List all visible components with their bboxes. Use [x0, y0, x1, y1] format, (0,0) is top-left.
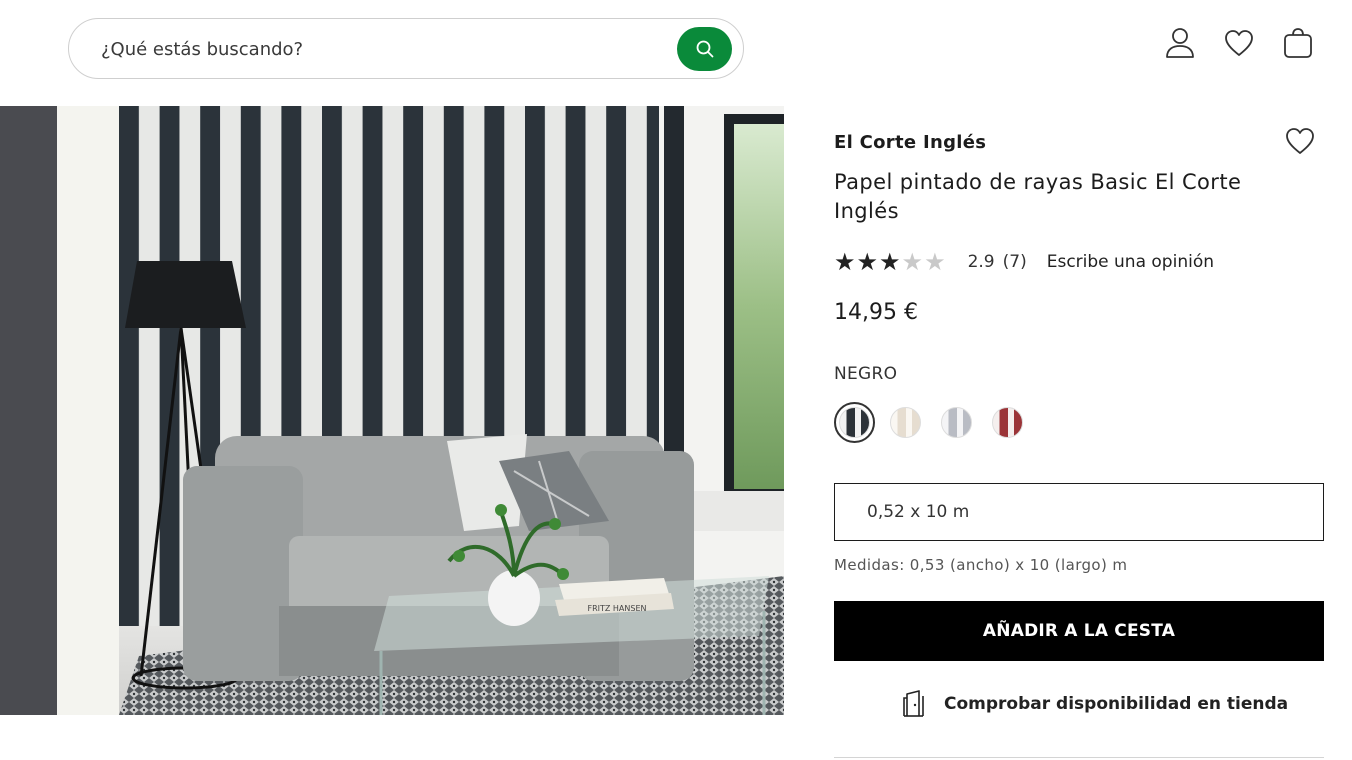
heart-icon: [1224, 29, 1253, 56]
color-swatch-preview: [890, 407, 921, 438]
add-to-wishlist-button[interactable]: [1284, 126, 1320, 160]
user-icon: [1165, 27, 1194, 58]
product-rating[interactable]: ★ ★ ★ ★ ★ 2.9 (7) Escribe una opinión: [834, 248, 1214, 276]
search-input[interactable]: [101, 33, 661, 65]
check-store-availability[interactable]: Comprobar disponibilidad en tienda: [902, 690, 1288, 718]
product-image-gallery[interactable]: FRITZ HANSEN: [0, 106, 784, 715]
color-swatch-beige[interactable]: [885, 402, 926, 443]
gallery-previous-image-edge: [0, 106, 57, 715]
product-measures: Medidas: 0,53 (ancho) x 10 (largo) m: [834, 556, 1128, 574]
book-cover-text: FRITZ HANSEN: [587, 604, 646, 613]
star-icon: ★: [901, 248, 924, 276]
product-price: 14,95 €: [834, 300, 918, 325]
search-button[interactable]: [677, 27, 732, 71]
heart-icon: [1286, 128, 1314, 154]
star-icon: ★: [879, 248, 901, 276]
rating-count[interactable]: (7): [1003, 252, 1027, 272]
product-photo: FRITZ HANSEN: [119, 106, 784, 715]
bag-icon: [1283, 27, 1312, 58]
search-icon: [696, 40, 713, 58]
size-selected-value: 0,52 x 10 m: [867, 502, 970, 522]
color-swatch-preview: [839, 407, 870, 438]
color-swatches: [834, 402, 1028, 443]
color-swatch-preview: [941, 407, 972, 438]
gallery-wall-strip: [57, 106, 119, 715]
rating-stars: ★ ★ ★ ★ ★: [834, 250, 946, 274]
color-swatch-negro[interactable]: [834, 402, 875, 443]
account-button[interactable]: [1163, 26, 1196, 59]
search-bar: [68, 18, 744, 79]
wishlist-button[interactable]: [1222, 26, 1255, 59]
color-swatch-rojo[interactable]: [987, 402, 1028, 443]
star-icon: ★: [834, 248, 856, 276]
store-check-label: Comprobar disponibilidad en tienda: [944, 694, 1289, 714]
cart-button[interactable]: [1281, 26, 1314, 59]
color-swatch-gris[interactable]: [936, 402, 977, 443]
rating-value: 2.9: [967, 252, 995, 272]
header-actions: [1163, 26, 1314, 59]
product-brand[interactable]: El Corte Inglés: [834, 132, 986, 153]
star-icon: ★: [924, 248, 946, 276]
header: [0, 0, 1352, 100]
product-title: Papel pintado de rayas Basic El Corte In…: [834, 170, 1242, 223]
size-selector[interactable]: 0,52 x 10 m: [834, 483, 1324, 541]
store-door-icon: [903, 690, 924, 717]
star-icon: ★: [856, 248, 879, 276]
color-swatch-preview: [992, 407, 1023, 438]
selected-color-label: NEGRO: [834, 364, 898, 384]
write-review-link[interactable]: Escribe una opinión: [1047, 252, 1214, 272]
add-to-cart-button[interactable]: AÑADIR A LA CESTA: [834, 601, 1324, 661]
divider: [834, 757, 1324, 758]
